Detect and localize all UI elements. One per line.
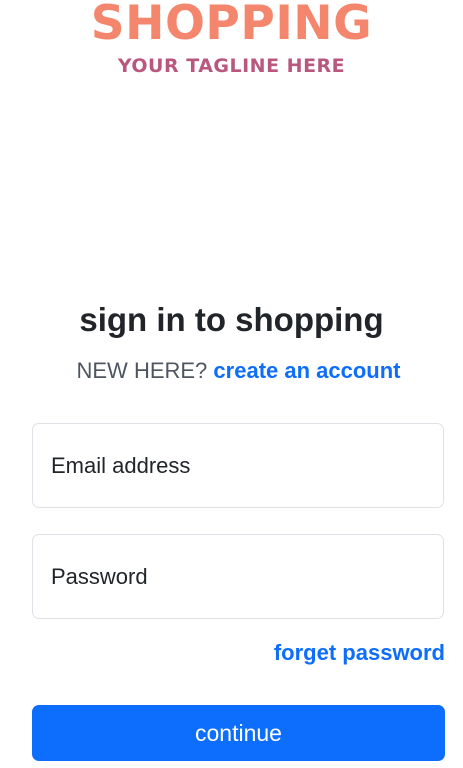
continue-button[interactable]: continue: [32, 705, 445, 761]
logo-tagline: YOUR TAGLINE HERE: [117, 55, 346, 77]
email-field-container: [32, 423, 444, 508]
signin-page: SHOPPING YOUR TAGLINE HERE sign in to sh…: [0, 0, 463, 768]
logo-title: SHOPPING: [90, 0, 373, 51]
new-here-label: NEW HERE?: [76, 358, 208, 383]
password-field-container: [32, 534, 444, 619]
email-field[interactable]: [33, 424, 443, 507]
password-field[interactable]: [33, 535, 443, 618]
create-account-link[interactable]: create an account: [213, 358, 400, 383]
page-title: sign in to shopping: [79, 301, 384, 338]
new-here-prompt: NEW HERE? create an account: [0, 357, 463, 385]
forget-password-link[interactable]: forget password: [274, 639, 445, 667]
